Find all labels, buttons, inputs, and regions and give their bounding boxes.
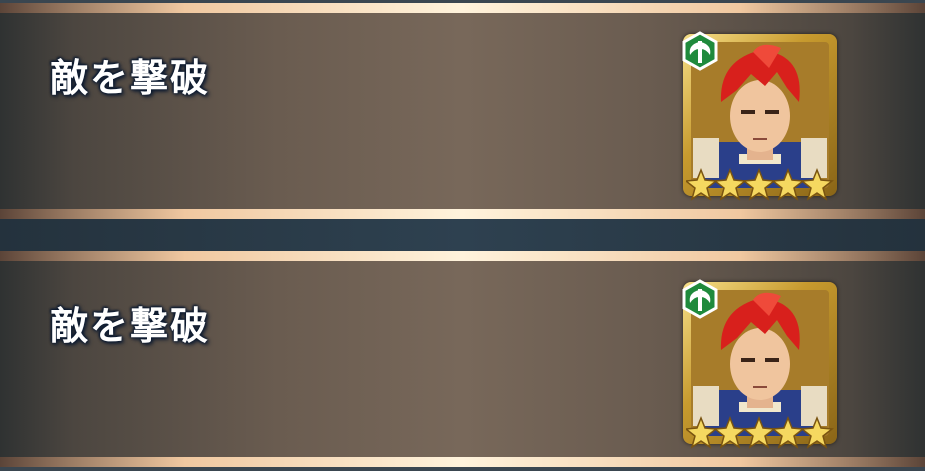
quest-banner-2[interactable]: 敵を撃破 [0, 251, 925, 467]
quest-banner-1[interactable]: 敵を撃破 [0, 3, 925, 219]
rarity-stars [686, 415, 834, 449]
banner-divider [0, 219, 925, 251]
quest-title: 敵を撃破 [50, 56, 211, 100]
star-icon [742, 167, 776, 201]
star-icon [742, 415, 776, 449]
rarity-stars [686, 167, 834, 201]
star-icon [800, 415, 834, 449]
star-icon [771, 167, 805, 201]
hero-portrait [680, 31, 842, 203]
axe-icon [682, 279, 718, 319]
star-icon [686, 415, 718, 449]
axe-icon [682, 31, 718, 71]
quest-title: 敵を撃破 [50, 304, 211, 348]
star-icon [713, 167, 747, 201]
star-icon [771, 415, 805, 449]
star-icon [713, 415, 747, 449]
star-icon [686, 167, 718, 201]
star-icon [800, 167, 834, 201]
hero-portrait [680, 279, 842, 451]
